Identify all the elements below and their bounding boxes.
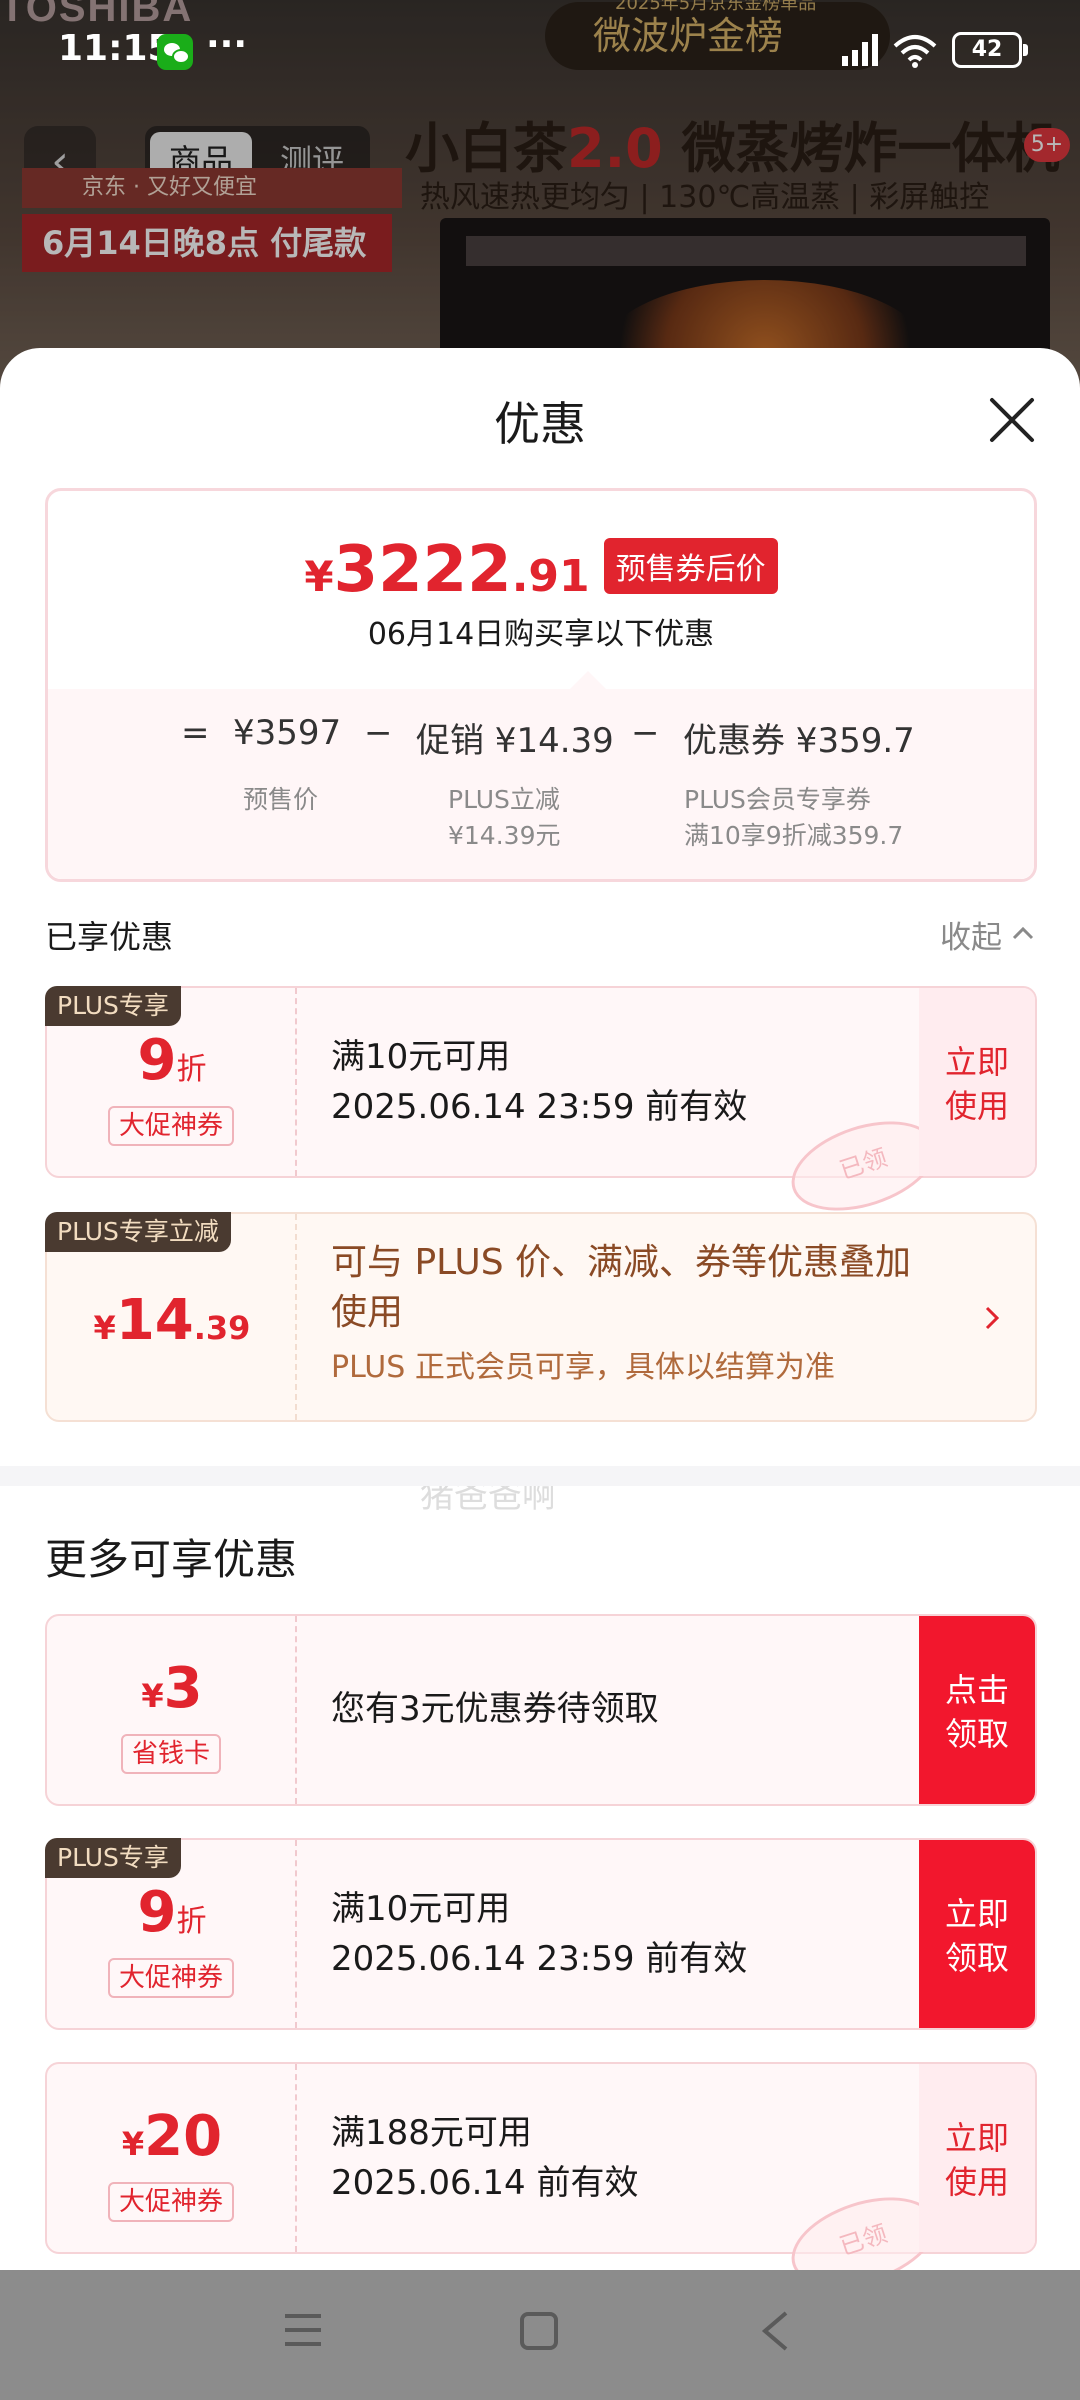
coupon-value: 9折: [137, 1028, 207, 1093]
coupon-label: PLUS会员专享券: [684, 785, 871, 814]
coupon-card: ¥20 大促神券 满188元可用 2025.06.14 前有效 已领 立即 使用: [45, 2062, 1037, 2270]
coupon-description: 满188元可用 2025.06.14 前有效: [331, 2108, 638, 2208]
final-price: ¥3222.91: [304, 533, 590, 607]
equals-sign: =: [181, 713, 210, 753]
close-icon[interactable]: [982, 390, 1042, 450]
use-now-button[interactable]: 立即 使用: [919, 2064, 1035, 2252]
coupon-expiry: 2025.06.14 23:59 前有效: [331, 1939, 748, 1979]
coupon-type-chip: 大促神券: [108, 2182, 234, 2222]
coupon-threshold: 满188元可用: [331, 2113, 532, 2153]
promo-amount-label: ¥14.39元: [448, 821, 561, 850]
promo-label: PLUS立减: [448, 785, 560, 814]
coupon-expiry: 2025.06.14 前有效: [331, 2163, 639, 2203]
collapse-button[interactable]: 收起: [940, 912, 1002, 957]
coupon-description: 满10元可用 2025.06.14 23:59 前有效: [331, 1032, 747, 1132]
more-notifications-icon: ···: [206, 24, 248, 65]
enjoyed-discounts-label: 已享优惠: [45, 918, 174, 956]
coupon-type-chip: 大促神券: [108, 1958, 234, 1998]
plus-tag: PLUS专享: [45, 986, 181, 1026]
coupon-value-panel: ¥3 省钱卡: [47, 1616, 297, 1804]
coupon-expiry: 2025.06.14 23:59 前有效: [331, 1087, 748, 1127]
minus-sign: −: [631, 713, 660, 753]
presale-price-badge: 预售券后价: [603, 538, 778, 594]
coupon-value: ¥20: [121, 2104, 223, 2169]
section-divider: [0, 1466, 1080, 1486]
summary-notch: [570, 671, 606, 689]
wifi-icon: [893, 35, 937, 68]
coupon-type-chip: 大促神券: [108, 1106, 234, 1146]
more-discounts-title: 更多可享优惠: [45, 1535, 298, 1584]
claim-button[interactable]: 立即 领取: [919, 1840, 1035, 2028]
coupon-value: ¥14.39: [93, 1288, 251, 1353]
status-time: 11:15: [58, 28, 173, 69]
coupon-threshold: 满10元可用: [331, 1889, 511, 1929]
discount-sheet: 优惠 ¥3222.91 预售券后价 06月14日购买享以下优惠 = ¥3597 −…: [0, 348, 1080, 2270]
coupon-card: 9折 大促神券 PLUS专享 满10元可用 2025.06.14 23:59 前…: [45, 986, 1037, 1228]
presale-price-label: 预售价: [243, 785, 319, 814]
price-summary-card: ¥3222.91 预售券后价 06月14日购买享以下优惠 = ¥3597 − 促销…: [45, 488, 1037, 882]
use-now-button[interactable]: 立即 使用: [919, 988, 1035, 1176]
coupon-rule-label: 满10享9折减359.7: [684, 821, 904, 850]
coupon-card: 9折 大促神券 PLUS专享 满10元可用 2025.06.14 23:59 前…: [45, 1838, 1037, 2030]
coupon-description: 满10元可用 2025.06.14 23:59 前有效: [331, 1884, 747, 1984]
coupon-value: 9折: [137, 1880, 207, 1945]
sheet-title: 优惠: [494, 397, 586, 451]
coupon-threshold: 满10元可用: [331, 1037, 511, 1077]
plus-discount-description: 可与 PLUS 价、满减、券等优惠叠加 使用: [331, 1242, 912, 1333]
home-icon[interactable]: [520, 2312, 558, 2350]
wechat-icon: [157, 34, 193, 70]
presale-price: ¥3597: [233, 713, 342, 753]
signal-icon: [842, 34, 878, 66]
minus-sign: −: [364, 713, 393, 753]
battery-icon: 42: [952, 32, 1028, 68]
plus-discount-condition: PLUS 正式会员可享，具体以结算为准: [331, 1350, 835, 1385]
final-price-row: ¥3222.91 预售券后价: [48, 533, 1034, 607]
claim-button[interactable]: 点击 领取: [919, 1616, 1035, 1804]
purchase-date-note: 06月14日购买享以下优惠: [367, 617, 715, 652]
coupon-value-panel: ¥20 大促神券: [47, 2064, 297, 2252]
coupon-card: ¥3 省钱卡 您有3元优惠券待领取 点击 领取: [45, 1614, 1037, 1806]
coupon-discount: 优惠券 ¥359.7: [683, 721, 915, 761]
plus-discount-card[interactable]: ¥14.39 PLUS专享立减 可与 PLUS 价、满减、券等优惠叠加 使用 P…: [45, 1212, 1037, 1422]
plus-tag: PLUS专享: [45, 1838, 181, 1878]
plus-tag: PLUS专享立减: [45, 1212, 231, 1252]
coupon-value: ¥3: [141, 1656, 203, 1721]
menu-icon[interactable]: [283, 2310, 323, 2350]
promo-discount: 促销 ¥14.39: [416, 721, 614, 761]
coupon-description: 您有3元优惠券待领取: [331, 1689, 659, 1729]
chevron-up-icon[interactable]: [1012, 926, 1034, 940]
chevron-right-icon[interactable]: [985, 1306, 999, 1330]
back-icon[interactable]: [760, 2310, 790, 2352]
coupon-type-chip: 省钱卡: [121, 1734, 221, 1774]
